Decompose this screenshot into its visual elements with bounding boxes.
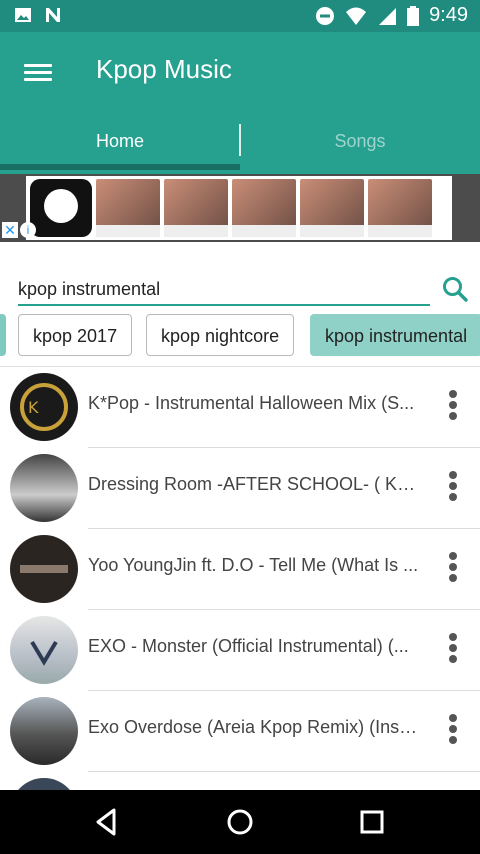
list-item[interactable]: EXO - Monster (Official Instrumental) (.… (0, 610, 480, 691)
more-vert-icon[interactable] (444, 468, 462, 508)
info-icon[interactable]: i (20, 222, 36, 238)
hamburger-menu-icon[interactable] (24, 60, 52, 84)
tab-bar: Home Songs (0, 120, 480, 174)
more-vert-icon[interactable] (444, 387, 462, 427)
close-icon[interactable]: ✕ (2, 222, 18, 238)
ad-app-logo (30, 179, 92, 237)
song-thumbnail (10, 454, 78, 522)
song-title: K*Pop - Instrumental Halloween Mix (S... (88, 393, 415, 413)
more-vert-icon[interactable] (444, 711, 462, 751)
search-icon[interactable] (442, 276, 468, 302)
song-title: Dressing Room -AFTER SCHOOL- ( KP... (88, 474, 420, 494)
song-title: EXO - Monster (Official Instrumental) (.… (88, 636, 409, 656)
song-thumbnail (10, 697, 78, 765)
song-thumbnail: K (10, 373, 78, 441)
ad-photo (300, 179, 364, 237)
song-title: Yoo YoungJin ft. D.O - Tell Me (What Is … (88, 555, 419, 575)
home-icon[interactable] (222, 804, 258, 840)
list-item[interactable]: K K*Pop - Instrumental Halloween Mix (S.… (0, 367, 480, 448)
selected-tab-indicator (0, 164, 240, 170)
ad-photo (96, 179, 160, 237)
cell-signal-icon (379, 7, 397, 25)
ad-photo (368, 179, 432, 237)
battery-icon (407, 5, 420, 26)
search-input[interactable]: kpop instrumental (18, 276, 430, 306)
chip-partial[interactable] (0, 314, 6, 356)
recents-icon[interactable] (354, 804, 390, 840)
ad-content[interactable] (26, 176, 452, 240)
status-time: 9:49 (429, 4, 468, 26)
song-thumbnail (10, 535, 78, 603)
more-vert-icon[interactable] (444, 549, 462, 589)
list-item[interactable]: Exo Overdose (Areia Kpop Remix) (Instr..… (0, 691, 480, 772)
navigation-bar (0, 790, 480, 854)
app-bar: Kpop Music Home Songs (0, 32, 480, 174)
ad-photo (232, 179, 296, 237)
tab-songs[interactable]: Songs (240, 120, 480, 174)
chip-kpop-instrumental[interactable]: kpop instrumental (310, 314, 480, 356)
song-title: Exo Overdose (Areia Kpop Remix) (Instr..… (88, 717, 420, 737)
wifi-icon (346, 7, 367, 25)
list-item[interactable]: Dressing Room -AFTER SCHOOL- ( KP... (0, 448, 480, 529)
n-notification-icon (46, 8, 60, 22)
chip-kpop-2017[interactable]: kpop 2017 (18, 314, 133, 356)
list-item[interactable]: Yoo YoungJin ft. D.O - Tell Me (What Is … (0, 529, 480, 610)
image-notification-icon (15, 8, 31, 22)
status-bar: 9:49 (0, 0, 480, 32)
chip-kpop-nightcore[interactable]: kpop nightcore (146, 314, 295, 356)
song-thumbnail (10, 616, 78, 684)
suggestion-chips: kpop 2017 kpop nightcore kpop instrument… (0, 314, 480, 358)
svg-text:K: K (28, 398, 39, 417)
app-title: Kpop Music (96, 54, 232, 84)
do-not-disturb-icon (316, 6, 335, 25)
song-list: K K*Pop - Instrumental Halloween Mix (S.… (0, 366, 480, 793)
back-icon[interactable] (88, 804, 124, 840)
ad-banner[interactable]: ✕ i (0, 174, 480, 242)
more-vert-icon[interactable] (444, 630, 462, 670)
ad-photo (164, 179, 228, 237)
